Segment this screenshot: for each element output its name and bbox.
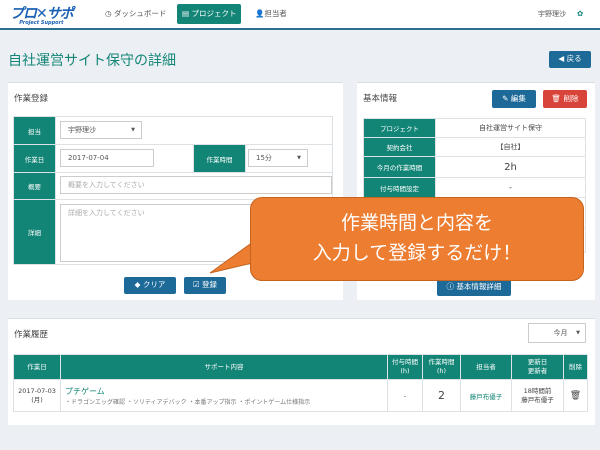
row-value: 【自社】 — [435, 137, 586, 157]
date-input[interactable]: 2017-07-04 — [60, 149, 154, 167]
updater: 藤戸布優子 — [521, 395, 554, 404]
pencil-icon: ✎ — [502, 94, 511, 103]
user-menu[interactable]: 宇野理沙 — [533, 4, 571, 24]
user-icon: 👤 — [255, 9, 265, 18]
col-header: 作業時間 (h) — [422, 354, 461, 380]
caret-down-icon: ▼ — [131, 127, 135, 133]
callout-line: 入力して登録するだけ！ — [312, 242, 522, 264]
clear-button[interactable]: ◆ クリア — [124, 277, 176, 294]
delete-label: 削除 — [563, 94, 579, 103]
label-summary: 概要 — [13, 172, 56, 200]
time-value: 15分 — [256, 154, 272, 162]
assignee-value: 宇野理沙 — [68, 126, 96, 134]
nav-dashboard[interactable]: ◷ ダッシュボード — [100, 4, 171, 24]
page-title: 自社運営サイト保守の詳細 — [8, 53, 176, 69]
period-value: 今月 — [553, 329, 568, 337]
assignee-link[interactable]: 藤戸布優子 — [460, 379, 512, 412]
time-select[interactable]: 15分 ▼ — [248, 149, 308, 167]
trash-icon: 🗑 — [551, 94, 564, 103]
support-description: ・ドラゴンエッグ確認 ・ソリティアデバック ・本番アップ指示 ・ポイントゲーム仕… — [65, 398, 311, 406]
clock-icon: ◷ — [105, 9, 114, 18]
row-value: 自社運営サイト保守 — [435, 118, 586, 138]
table-header-row: 作業日 サポート内容 付与時間 (h) 作業時間 (h) 担当者 更新日 更新者… — [13, 354, 588, 380]
edit-icon: ☑ — [192, 280, 203, 289]
label-date: 作業日 — [13, 144, 56, 173]
nav-staff[interactable]: 👤担当者 — [250, 4, 292, 24]
row-label: プロジェクト — [363, 118, 436, 138]
row-label: 付与時間設定 — [363, 177, 436, 198]
col-header: 削除 — [563, 354, 588, 380]
col-header: サポート内容 — [60, 354, 388, 380]
label-time: 作業時間 — [193, 144, 246, 173]
trash-icon[interactable]: 🗑 — [563, 379, 588, 412]
col-header: 更新日 更新者 — [511, 354, 564, 380]
label-assignee: 担当 — [13, 116, 56, 145]
caret-down-icon: ▼ — [576, 330, 580, 336]
basic-detail-label: 基本情報詳細 — [456, 282, 502, 291]
callout-line: 作業時間と内容を — [340, 212, 493, 234]
callout-annotation: 作業時間と内容を 入力して登録するだけ！ — [250, 197, 584, 281]
work-date: 2017-07-03 — [18, 386, 56, 395]
work-hours: 2 — [422, 379, 461, 412]
gear-icon[interactable]: ✿ — [572, 4, 588, 24]
back-button[interactable]: ◀ 戻る — [549, 51, 591, 68]
col-header: 付与時間 (h) — [387, 354, 423, 380]
col-header: 作業日 — [13, 354, 61, 380]
period-select[interactable]: 今月 ▼ — [528, 323, 586, 343]
nav-project[interactable]: ▤ プロジェクト — [177, 4, 242, 24]
nav-label: 担当者 — [264, 9, 287, 18]
row-value: - — [435, 177, 586, 198]
history-table: 作業日 サポート内容 付与時間 (h) 作業時間 (h) 担当者 更新日 更新者… — [13, 354, 588, 412]
weekday: (月) — [31, 395, 43, 404]
card-title: 基本情報 — [363, 94, 398, 104]
col-header: 担当者 — [460, 354, 512, 380]
summary-input[interactable]: 概要を入力してください — [60, 176, 332, 194]
back-label: 戻る — [566, 54, 582, 63]
table-row: 2017-07-03 (月) プチゲーム ・ドラゴンエッグ確認 ・ソリティアデバック… — [13, 379, 588, 412]
edit-button[interactable]: ✎ 編集 — [492, 90, 536, 108]
row-label: 契約会社 — [363, 137, 436, 157]
granted-hours: - — [387, 379, 423, 412]
nav-label: ダッシュボード — [113, 9, 167, 18]
row-label: 今月の作業時間 — [363, 156, 436, 178]
nav-label: プロジェクト — [191, 9, 237, 18]
logo-subtitle: Project Support — [19, 20, 64, 26]
caret-down-icon: ▼ — [297, 155, 301, 161]
support-title-link[interactable]: プチゲーム — [65, 386, 387, 397]
edit-label: 編集 — [510, 94, 526, 103]
navbar: プロ✕サポ Project Support ◷ ダッシュボード ▤ プロジェクト … — [0, 0, 600, 30]
clear-label: クリア — [142, 280, 166, 289]
eraser-icon: ◆ — [134, 280, 143, 289]
info-icon: ⓘ — [446, 282, 457, 291]
updated-time: 18時間前 — [523, 386, 552, 395]
label-detail: 詳細 — [13, 199, 56, 265]
register-label: 登録 — [202, 280, 218, 289]
card-title: 作業登録 — [14, 94, 49, 104]
card-title: 作業履歴 — [14, 330, 49, 340]
row-value: 2h — [435, 156, 586, 178]
circle-arrow-icon: ◀ — [558, 54, 567, 63]
assignee-select[interactable]: 宇野理沙 ▼ — [60, 121, 142, 139]
logo[interactable]: プロ✕サポ Project Support — [10, 3, 74, 26]
delete-button[interactable]: 🗑 削除 — [543, 90, 587, 108]
history-card: 作業履歴 今月 ▼ 作業日 サポート内容 付与時間 (h) 作業時間 (h) 担当… — [8, 318, 595, 425]
